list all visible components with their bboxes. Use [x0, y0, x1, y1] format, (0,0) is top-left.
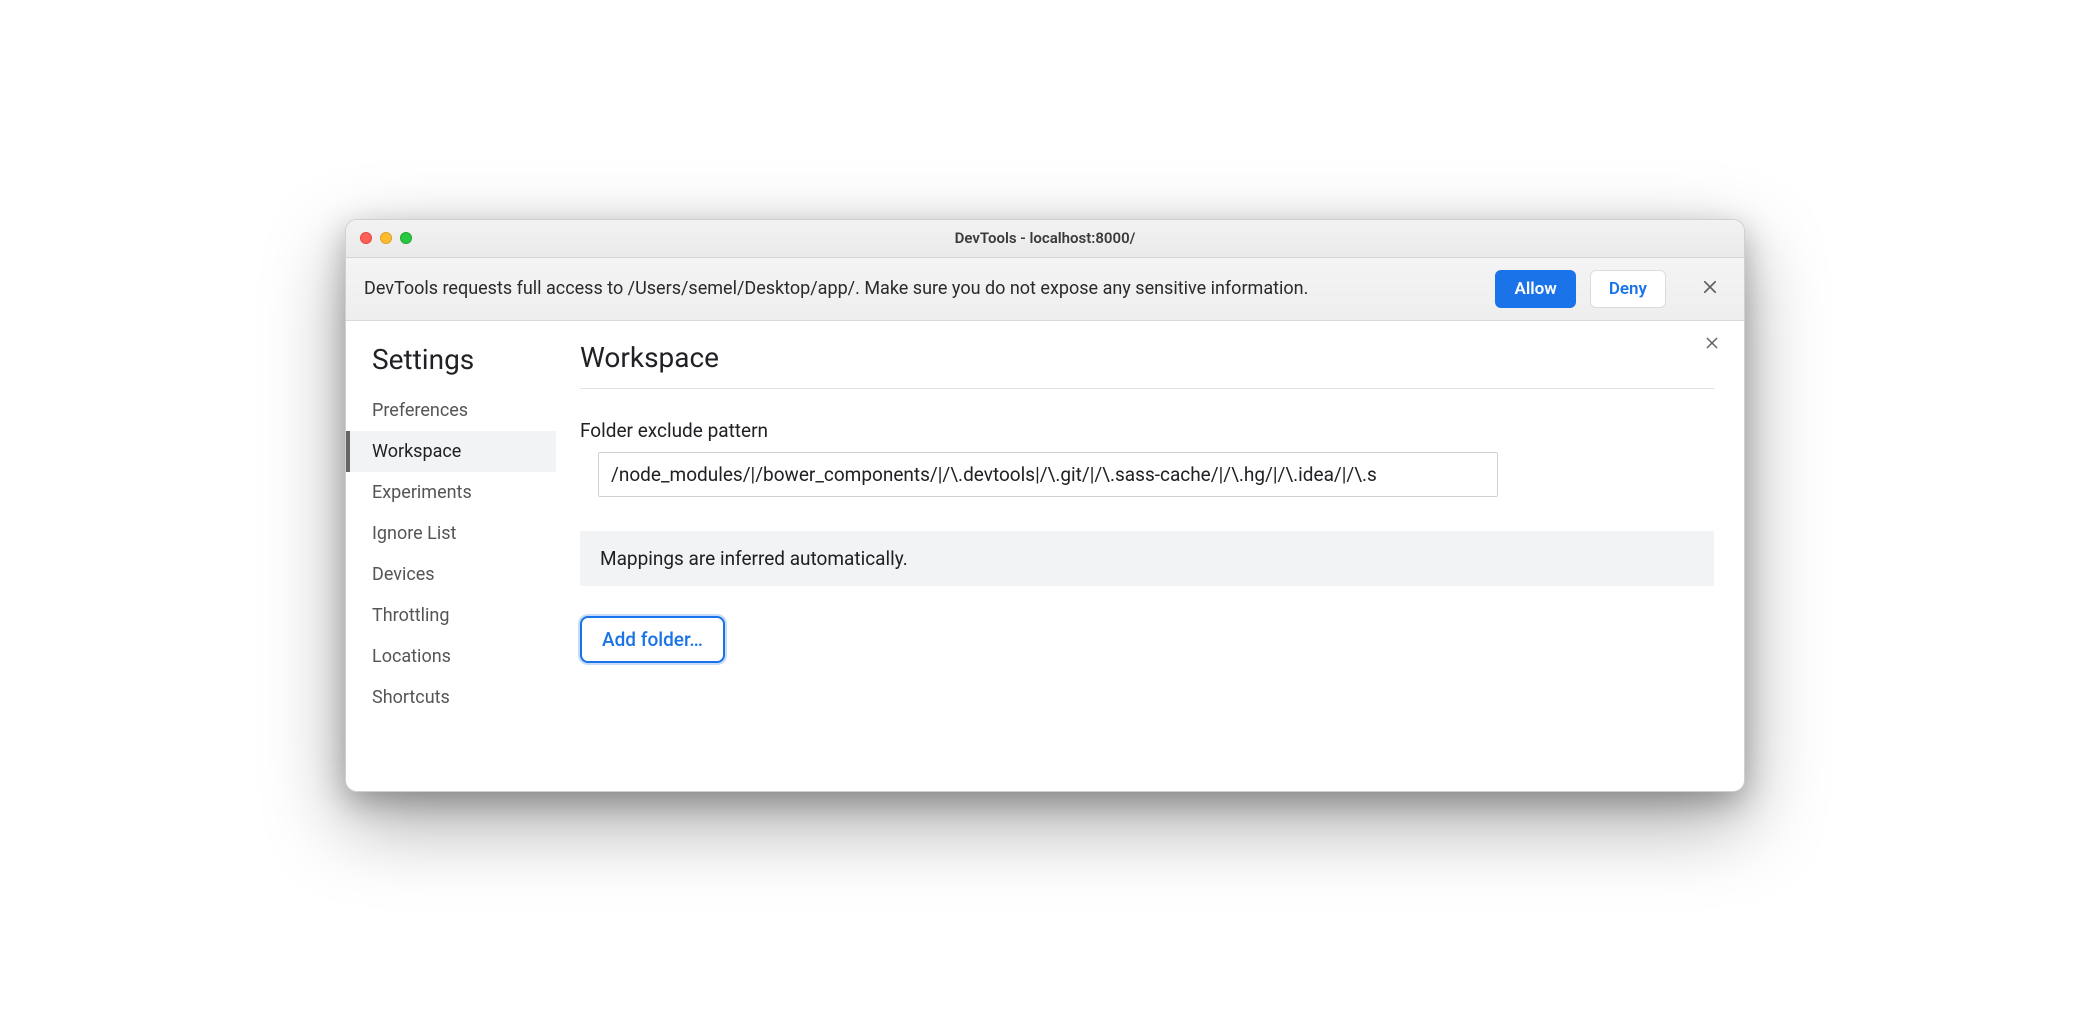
sidebar-item-label: Devices — [372, 564, 435, 585]
mappings-info-banner: Mappings are inferred automatically. — [580, 531, 1714, 586]
sidebar-item-label: Ignore List — [372, 523, 456, 544]
window-close-button[interactable] — [360, 232, 372, 244]
page-title: Workspace — [580, 341, 1714, 389]
settings-panel: Settings Preferences Workspace Experimen… — [346, 321, 1744, 791]
sidebar-item-preferences[interactable]: Preferences — [346, 390, 556, 431]
close-settings-button[interactable] — [1698, 331, 1726, 359]
sidebar-item-label: Preferences — [372, 400, 468, 421]
sidebar-item-ignore-list[interactable]: Ignore List — [346, 513, 556, 554]
exclude-pattern-input[interactable] — [598, 452, 1498, 497]
sidebar-item-locations[interactable]: Locations — [346, 636, 556, 677]
window-maximize-button[interactable] — [400, 232, 412, 244]
sidebar-item-label: Experiments — [372, 482, 472, 503]
settings-sidebar: Settings Preferences Workspace Experimen… — [346, 321, 556, 791]
close-icon — [1701, 278, 1719, 300]
access-prompt-bar: DevTools requests full access to /Users/… — [346, 258, 1744, 321]
settings-sidebar-title: Settings — [346, 337, 556, 390]
sidebar-item-devices[interactable]: Devices — [346, 554, 556, 595]
sidebar-item-label: Throttling — [372, 605, 449, 626]
access-prompt-message: DevTools requests full access to /Users/… — [364, 278, 1481, 299]
sidebar-item-workspace[interactable]: Workspace — [346, 431, 556, 472]
sidebar-item-label: Locations — [372, 646, 451, 667]
window-controls — [360, 232, 412, 244]
titlebar: DevTools - localhost:8000/ — [346, 220, 1744, 258]
devtools-window: DevTools - localhost:8000/ DevTools requ… — [345, 219, 1745, 792]
sidebar-item-experiments[interactable]: Experiments — [346, 472, 556, 513]
close-icon — [1704, 335, 1720, 355]
sidebar-item-label: Workspace — [372, 441, 461, 462]
dismiss-prompt-button[interactable] — [1694, 273, 1726, 305]
exclude-pattern-label: Folder exclude pattern — [580, 419, 1714, 442]
window-minimize-button[interactable] — [380, 232, 392, 244]
add-folder-button[interactable]: Add folder… — [580, 616, 725, 663]
deny-button[interactable]: Deny — [1590, 270, 1666, 308]
sidebar-item-label: Shortcuts — [372, 687, 450, 708]
window-title: DevTools - localhost:8000/ — [346, 229, 1744, 247]
sidebar-item-shortcuts[interactable]: Shortcuts — [346, 677, 556, 718]
settings-main: Workspace Folder exclude pattern Mapping… — [556, 321, 1744, 791]
sidebar-item-throttling[interactable]: Throttling — [346, 595, 556, 636]
allow-button[interactable]: Allow — [1495, 270, 1575, 308]
